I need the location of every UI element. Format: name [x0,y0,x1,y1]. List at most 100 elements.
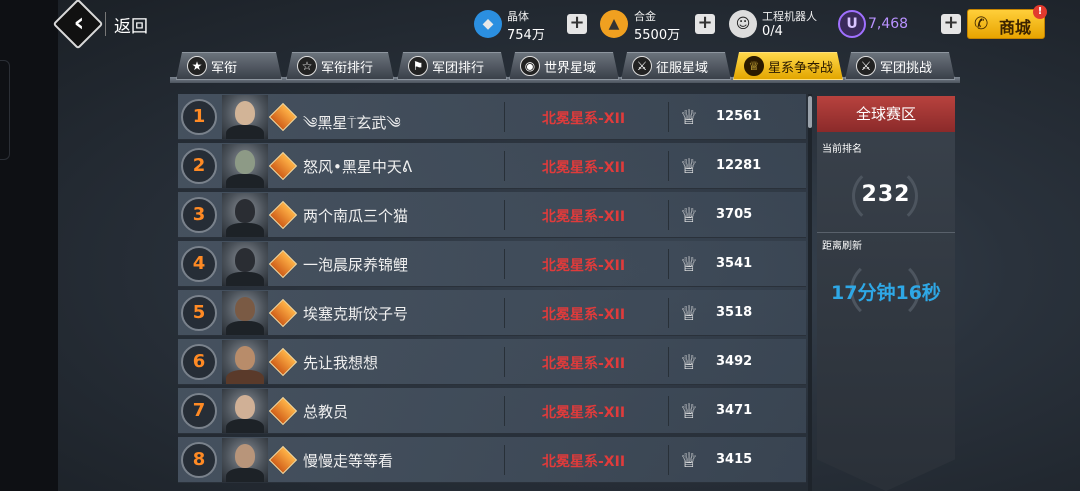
galaxy-name: 北冕星系-XII [542,356,626,372]
u-coin-resource: U 7,468 [838,6,928,42]
avatar[interactable] [222,389,268,433]
avatar[interactable] [222,95,268,139]
ranking-row[interactable]: 6 先让我想想 北冕星系-XII ♕ 3492 [178,339,806,385]
ranking-row[interactable]: 7 总教员 北冕星系-XII ♕ 3471 [178,388,806,434]
ranking-row[interactable]: 5 埃塞克斯饺子号 北冕星系-XII ♕ 3518 [178,290,806,336]
rank-badge-icon [268,396,298,426]
ranking-row[interactable]: 2 怒风•黑星中天ᕕ 北冕星系-XII ♕ 12281 [178,143,806,189]
divider [668,396,669,426]
player-name: 总教员 [303,403,349,421]
galaxy-name: 北冕星系-XII [542,454,626,470]
divider [668,347,669,377]
divider [817,232,955,233]
trophy-icon: ♕ [680,203,698,227]
trophy-icon: ♕ [680,350,698,374]
rank-number: 3 [181,197,217,233]
edge-handle[interactable] [0,60,10,160]
galaxy-name: 北冕星系-XII [542,111,626,127]
add-u-coin-button[interactable]: + [941,14,961,34]
rank-badge-icon [268,298,298,328]
rank-badge-icon [268,445,298,475]
robot-title: 工程机器人 [762,10,817,23]
score: 3541 [716,256,753,271]
trophy-icon: ♕ [680,105,698,129]
player-name: 怒风•黑星中天ᕕ [303,158,413,176]
ranking-row[interactable]: 3 两个南瓜三个猫 北冕星系-XII ♕ 3705 [178,192,806,238]
galaxy-name: 北冕星系-XII [542,209,626,225]
current-rank-value: 232 [861,182,911,207]
avatar[interactable] [222,144,268,188]
score: 3705 [716,207,753,222]
divider [668,249,669,279]
tab-rank[interactable]: ★ 军衔 [176,52,282,80]
alloy-icon: ▲ [600,10,628,38]
world-icon: ◉ [520,56,540,76]
divider [504,298,505,328]
rank-number: 8 [181,442,217,478]
score: 12281 [716,158,762,173]
crystal-title: 晶体 [507,10,529,23]
rank-badge-icon [268,102,298,132]
galaxy-name: 北冕星系-XII [542,160,626,176]
notification-badge: ! [1033,5,1047,19]
robot-value: 0/4 [762,24,783,39]
divider [504,396,505,426]
crystal-value: 754万 [507,28,545,43]
rank-number: 5 [181,295,217,331]
tab-label: 星系争夺战 [768,60,834,76]
rank-badge-icon [268,347,298,377]
ranking-row[interactable]: 8 慢慢走等等看 北冕星系-XII ♕ 3415 [178,437,806,483]
cart-icon: ✆ [974,14,989,34]
trophy-icon: ♕ [680,301,698,325]
galaxy-name: 北冕星系-XII [542,258,626,274]
score: 3492 [716,354,753,369]
divider [504,249,505,279]
tab-label: 军衔 [211,60,238,76]
crystal-icon: ◆ [474,10,502,38]
rank-number: 7 [181,393,217,429]
tab-legion-rank[interactable]: ⚑ 军团排行 [397,52,507,80]
tab-label: 世界星域 [544,60,597,76]
ranking-list[interactable]: 1 ༄黑星⍑玄武༄ 北冕星系-XII ♕ 12561 2 怒风•黑星中天ᕕ 北冕… [178,94,806,491]
tab-rank-list[interactable]: ☆ 军衔排行 [286,52,394,80]
divider [668,151,669,181]
current-rank-label: 当前排名 [822,144,862,155]
avatar[interactable] [222,193,268,237]
avatar[interactable] [222,242,268,286]
divider [668,445,669,475]
divider [668,200,669,230]
player-name: 埃塞克斯饺子号 [303,305,409,323]
divider [105,12,106,36]
conquer-icon: ⚔ [632,56,652,76]
divider [504,102,505,132]
rank-list-icon: ☆ [297,56,317,76]
trophy-icon: ♕ [744,56,764,76]
robot-resource: ☺ 工程机器人 0/4 [729,6,829,42]
rank-badge-icon [268,200,298,230]
rank-badge-icon [268,249,298,279]
player-name: 一泡晨尿养锦鲤 [303,256,409,274]
ranking-row[interactable]: 1 ༄黑星⍑玄武༄ 北冕星系-XII ♕ 12561 [178,94,806,140]
score: 3518 [716,305,753,320]
scroll-thumb[interactable] [808,96,812,128]
robot-icon: ☺ [729,10,757,38]
panel-title: 全球赛区 [817,96,955,132]
avatar[interactable] [222,438,268,482]
scrollbar[interactable] [808,94,812,491]
ranking-row[interactable]: 4 一泡晨尿养锦鲤 北冕星系-XII ♕ 3541 [178,241,806,287]
back-label[interactable]: 返回 [114,12,148,37]
player-name: 慢慢走等等看 [303,452,394,470]
trophy-icon: ♕ [680,399,698,423]
tab-conquer-galaxy[interactable]: ⚔ 征服星域 [621,52,731,80]
avatar[interactable] [222,291,268,335]
alloy-value: 5500万 [634,28,681,43]
chevron-left-icon[interactable]: ‹ [67,7,91,39]
tab-galaxy-battle[interactable]: ♕ 星系争夺战 [733,52,843,80]
add-alloy-button[interactable]: + [695,14,715,34]
tab-legion-challenge[interactable]: ⚔ 军团挑战 [845,52,955,80]
left-edge [0,0,58,491]
avatar[interactable] [222,340,268,384]
tab-world-galaxy[interactable]: ◉ 世界星域 [509,52,619,80]
score: 12561 [716,109,762,124]
add-crystal-button[interactable]: + [567,14,587,34]
